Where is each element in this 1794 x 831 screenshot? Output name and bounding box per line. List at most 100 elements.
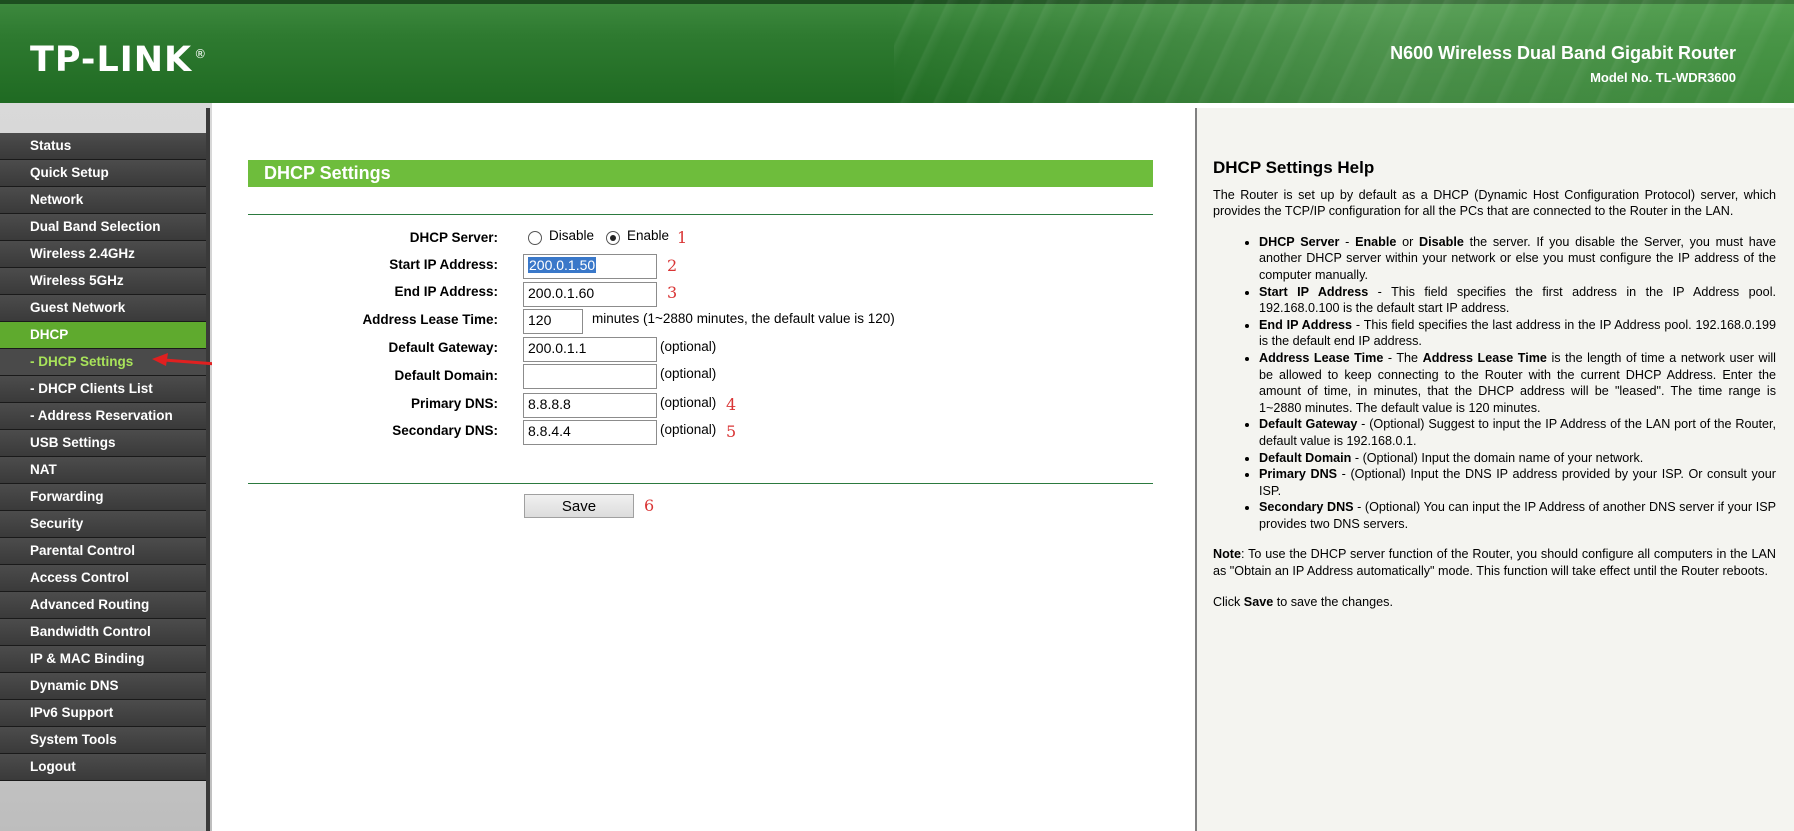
sidebar-item-dhcp[interactable]: DHCP <box>0 322 206 349</box>
sidebar-item-logout[interactable]: Logout <box>0 754 206 781</box>
help-text: - (Optional) Input the DNS IP address pr… <box>1259 467 1777 498</box>
top-divider <box>248 214 1153 215</box>
domain-hint: (optional) <box>660 366 717 381</box>
end-ip-label-wrap: End IP Address: <box>248 280 498 304</box>
domain-input[interactable] <box>523 364 657 389</box>
help-note-text: : To use the DHCP server function of the… <box>1213 547 1776 579</box>
sidebar-item-nat[interactable]: NAT <box>0 457 206 484</box>
lease-time-label-wrap: Address Lease Time: <box>248 308 498 332</box>
sidebar-item-bandwidth-control[interactable]: Bandwidth Control <box>0 619 206 646</box>
help-click-save: Click Save to save the changes. <box>1213 594 1776 611</box>
secondary-dns-input[interactable]: 8.8.4.4 <box>523 420 657 445</box>
help-text: to save the changes. <box>1273 594 1393 609</box>
sidebar-item-quick-setup[interactable]: Quick Setup <box>0 160 206 187</box>
secondary-dns-hint: (optional) <box>660 422 717 437</box>
sidebar-item-address-reservation[interactable]: - Address Reservation <box>0 403 206 430</box>
tp-link-logo: TP-LINK ® <box>30 40 207 80</box>
annotation-3: 3 <box>667 283 678 302</box>
sidebar-item-status[interactable]: Status <box>0 133 206 160</box>
sidebar-item-dhcp-clients-list[interactable]: - DHCP Clients List <box>0 376 206 403</box>
help-item-start-ip: Start IP Address - This field specifies … <box>1259 284 1776 317</box>
sidebar-item-parental-control[interactable]: Parental Control <box>0 538 206 565</box>
primary-dns-input[interactable]: 8.8.8.8 <box>523 393 657 418</box>
domain-label: Default Domain: <box>394 368 498 383</box>
sidebar-item-system-tools[interactable]: System Tools <box>0 727 206 754</box>
sidebar-item-network[interactable]: Network <box>0 187 206 214</box>
gateway-hint: (optional) <box>660 339 717 354</box>
help-intro: The Router is set up by default as a DHC… <box>1213 187 1776 219</box>
dhcp-disable-label[interactable]: Disable <box>549 224 594 248</box>
annotation-5: 5 <box>726 422 737 441</box>
sidebar-item-ip-mac-binding[interactable]: IP & MAC Binding <box>0 646 206 673</box>
sidebar-item-forwarding[interactable]: Forwarding <box>0 484 206 511</box>
lease-time-label: Address Lease Time: <box>362 312 498 327</box>
product-name: N600 Wireless Dual Band Gigabit Router <box>1390 43 1736 63</box>
help-term: Default Domain <box>1259 450 1352 465</box>
sidebar-item-wireless-24ghz[interactable]: Wireless 2.4GHz <box>0 241 206 268</box>
main-content: DHCP Settings DHCP Server: Disable Enabl… <box>212 108 1195 831</box>
save-button[interactable]: Save <box>524 494 634 518</box>
sidebar-item-dynamic-dns[interactable]: Dynamic DNS <box>0 673 206 700</box>
help-term: Primary DNS <box>1259 467 1338 482</box>
gateway-label: Default Gateway: <box>388 340 498 355</box>
help-item-lease-time: Address Lease Time - The Address Lease T… <box>1259 350 1776 416</box>
dhcp-disable-radio[interactable] <box>528 231 542 245</box>
sidebar-item-ipv6-support[interactable]: IPv6 Support <box>0 700 206 727</box>
sidebar-item-dual-band-selection[interactable]: Dual Band Selection <box>0 214 206 241</box>
help-note: Note: To use the DHCP server function of… <box>1213 546 1776 579</box>
help-list: DHCP Server - Enable or Disable the serv… <box>1213 234 1776 533</box>
sidebar-item-advanced-routing[interactable]: Advanced Routing <box>0 592 206 619</box>
help-title: DHCP Settings Help <box>1213 158 1375 177</box>
primary-dns-label-wrap: Primary DNS: <box>248 392 498 416</box>
help-text: - The <box>1383 350 1423 365</box>
logo-registered-mark: ® <box>194 47 208 62</box>
annotation-1: 1 <box>677 228 688 247</box>
bottom-divider <box>248 483 1153 484</box>
help-item-end-ip: End IP Address - This field specifies th… <box>1259 317 1776 350</box>
lease-time-hint: minutes (1~2880 minutes, the default val… <box>592 311 895 326</box>
help-item-default-gateway: Default Gateway - (Optional) Suggest to … <box>1259 416 1776 449</box>
end-ip-label: End IP Address: <box>394 284 498 299</box>
sidebar-item-security[interactable]: Security <box>0 511 206 538</box>
help-term: Enable <box>1355 234 1397 249</box>
help-term: DHCP Server <box>1259 234 1340 249</box>
start-ip-label: Start IP Address: <box>389 257 498 272</box>
model-number: Model No. TL-WDR3600 <box>1590 70 1736 85</box>
primary-dns-hint: (optional) <box>660 395 717 410</box>
sidebar-item-usb-settings[interactable]: USB Settings <box>0 430 206 457</box>
sidebar-divider <box>206 108 210 831</box>
help-term: Start IP Address <box>1259 284 1369 299</box>
sidebar-item-guest-network[interactable]: Guest Network <box>0 295 206 322</box>
annotation-2: 2 <box>667 256 678 275</box>
help-item-default-domain: Default Domain - (Optional) Input the do… <box>1259 450 1776 467</box>
help-term: Disable <box>1419 234 1464 249</box>
secondary-dns-label-wrap: Secondary DNS: <box>248 419 498 443</box>
dhcp-enable-radio[interactable] <box>606 231 620 245</box>
start-ip-input[interactable]: 200.0.1.50 <box>523 254 657 279</box>
sidebar-item-access-control[interactable]: Access Control <box>0 565 206 592</box>
dhcp-server-label: DHCP Server: <box>409 230 498 245</box>
red-arrow-annotation <box>152 353 217 366</box>
help-term: Address Lease Time <box>1422 350 1547 365</box>
domain-label-wrap: Default Domain: <box>248 364 498 388</box>
start-ip-label-wrap: Start IP Address: <box>248 253 498 277</box>
help-text: - <box>1339 234 1356 249</box>
primary-dns-label: Primary DNS: <box>410 396 498 411</box>
help-term: Address Lease Time <box>1259 350 1384 365</box>
help-item-primary-dns: Primary DNS - (Optional) Input the DNS I… <box>1259 466 1776 499</box>
lease-time-input[interactable]: 120 <box>523 309 583 334</box>
gateway-input[interactable]: 200.0.1.1 <box>523 337 657 362</box>
help-term: Save <box>1243 594 1274 609</box>
section-title: DHCP Settings <box>248 160 1153 187</box>
help-panel: DHCP Settings Help The Router is set up … <box>1197 108 1794 831</box>
annotation-4: 4 <box>726 395 737 414</box>
annotation-6: 6 <box>644 496 655 515</box>
sidebar-item-wireless-5ghz[interactable]: Wireless 5GHz <box>0 268 206 295</box>
dhcp-server-label-wrap: DHCP Server: <box>248 226 498 250</box>
help-item-dhcp-server: DHCP Server - Enable or Disable the serv… <box>1259 234 1776 284</box>
dhcp-enable-label[interactable]: Enable <box>627 224 669 248</box>
help-text: - (Optional) Input the domain name of yo… <box>1351 450 1644 465</box>
help-term: Default Gateway <box>1259 417 1358 432</box>
help-term: Secondary DNS <box>1259 500 1354 515</box>
end-ip-input[interactable]: 200.0.1.60 <box>523 282 657 307</box>
